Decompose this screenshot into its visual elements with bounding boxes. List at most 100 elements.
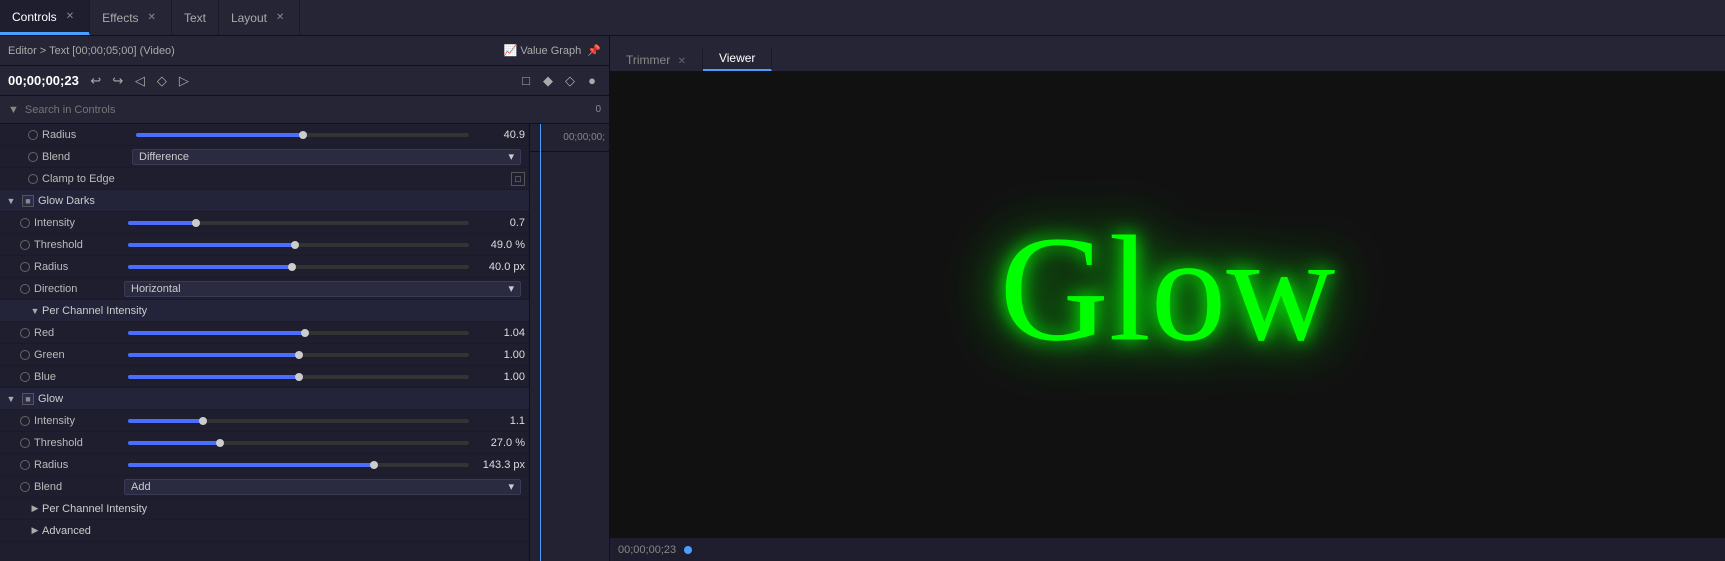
breadcrumb: Editor > Text [00;00;05;00] (Video) [8, 45, 175, 57]
add-keyframe-icon[interactable]: ◇ [153, 72, 171, 90]
section-toggle-advanced[interactable]: ▶ [28, 524, 42, 538]
value-graph-button[interactable]: 📈 Value Graph [504, 44, 582, 57]
right-panel: Trimmer ✕ Viewer [610, 36, 1725, 561]
panel-header: Editor > Text [00;00;05;00] (Video) 📈 Va… [0, 36, 609, 66]
prev-keyframe-icon[interactable]: ◁ [131, 72, 149, 90]
slider-red[interactable] [128, 331, 469, 335]
viewer-footer: 00;00;00;23 [610, 537, 1725, 561]
blend-dropdown-glow[interactable]: Add ▾ [124, 479, 521, 495]
keyframe-dot-intensity-darks[interactable] [20, 218, 30, 228]
prop-row-blend-glow: Blend Add ▾ [0, 476, 529, 498]
slider-radius-1[interactable] [136, 133, 469, 137]
keyframe-dot-blend-glow[interactable] [20, 482, 30, 492]
keyframe-dot-blend-1[interactable] [28, 152, 38, 162]
section-toggle-per-channel[interactable]: ▼ [28, 304, 42, 318]
tab-controls-close[interactable]: ✕ [63, 10, 77, 23]
section-label-advanced: Advanced [42, 525, 525, 537]
prop-row-radius-1: Radius 40.9 [0, 124, 529, 146]
glow-svg: Glow Glow [610, 72, 1725, 537]
section-checkbox-glow-darks[interactable]: ■ [22, 195, 34, 207]
section-checkbox-glow[interactable]: ■ [22, 393, 34, 405]
slider-threshold-glow[interactable] [128, 441, 469, 445]
tab-viewer-label: Viewer [719, 51, 755, 65]
slider-blue[interactable] [128, 375, 469, 379]
tab-text[interactable]: Text [172, 0, 219, 35]
keyframe-dot-threshold-glow[interactable] [20, 438, 30, 448]
slider-threshold-darks[interactable] [128, 243, 469, 247]
prop-row-direction: Direction Horizontal ▾ [0, 278, 529, 300]
prop-label-clamp: Clamp to Edge [42, 173, 132, 185]
keyframe-dot-radius-glow[interactable] [20, 460, 30, 470]
direction-dropdown[interactable]: Horizontal ▾ [124, 281, 521, 297]
tab-trimmer[interactable]: Trimmer ✕ [610, 49, 703, 71]
tab-bar: Controls ✕ Effects ✕ Text Layout ✕ [0, 0, 1725, 36]
keyframe-dot-clamp[interactable] [28, 174, 38, 184]
stop-icon[interactable]: □ [517, 72, 535, 90]
tab-layout[interactable]: Layout ✕ [219, 0, 300, 35]
keyframe-dot-green[interactable] [20, 350, 30, 360]
prop-label-direction: Direction [34, 283, 124, 295]
slider-intensity-darks[interactable] [128, 221, 469, 225]
left-panel: Editor > Text [00;00;05;00] (Video) 📈 Va… [0, 36, 610, 561]
keyframe-dot-radius-1[interactable] [28, 130, 38, 140]
keyframe-dot-radius-darks[interactable] [20, 262, 30, 272]
keyframe-dot-direction[interactable] [20, 284, 30, 294]
section-label-per-channel-glow: Per Channel Intensity [42, 503, 525, 515]
prop-row-threshold-glow: Threshold 27.0 % [0, 432, 529, 454]
keyframe-dot-intensity-glow[interactable] [20, 416, 30, 426]
keyframe-icon[interactable]: ◇ [561, 72, 579, 90]
section-label-per-channel: Per Channel Intensity [42, 305, 525, 317]
prop-value-threshold-darks: 49.0 % [473, 239, 525, 251]
section-toggle-per-channel-glow[interactable]: ▶ [28, 502, 42, 516]
prop-value-intensity-glow: 1.1 [473, 415, 525, 427]
pin-button[interactable]: 📌 [587, 44, 601, 57]
keyframe-dot-threshold-darks[interactable] [20, 240, 30, 250]
trimmer-close-icon[interactable]: ✕ [678, 56, 686, 67]
section-toggle-glow-darks[interactable]: ▼ [4, 194, 18, 208]
prop-label-radius-darks: Radius [34, 261, 124, 273]
prop-label-blend-glow: Blend [34, 481, 124, 493]
tab-layout-close[interactable]: ✕ [273, 11, 287, 24]
slider-green[interactable] [128, 353, 469, 357]
redo-icon[interactable]: ↪ [109, 72, 127, 90]
prop-row-radius-darks: Radius 40.0 px [0, 256, 529, 278]
section-toggle-glow[interactable]: ▼ [4, 392, 18, 406]
clamp-checkbox[interactable]: □ [511, 172, 525, 186]
tab-trimmer-label: Trimmer [626, 53, 670, 67]
tab-controls-label: Controls [12, 10, 57, 24]
undo-icon[interactable]: ↩ [87, 72, 105, 90]
diamond-icon[interactable]: ◆ [539, 72, 557, 90]
section-glow[interactable]: ▼ ■ Glow [0, 388, 529, 410]
keyframe-dot-blue[interactable] [20, 372, 30, 382]
search-bar: ▼ 0 [0, 96, 609, 124]
slider-radius-glow[interactable] [128, 463, 469, 467]
keyframe-dot-red[interactable] [20, 328, 30, 338]
prop-row-intensity-glow: Intensity 1.1 [0, 410, 529, 432]
blend-dropdown-1[interactable]: Difference ▾ [132, 149, 521, 165]
subsection-per-channel-glow[interactable]: ▶ Per Channel Intensity [0, 498, 529, 520]
glow-canvas: Glow Glow [610, 72, 1725, 537]
prop-row-green: Green 1.00 [0, 344, 529, 366]
tab-effects[interactable]: Effects ✕ [90, 0, 172, 35]
filter-icon: ▼ [8, 104, 19, 116]
subsection-per-channel[interactable]: ▼ Per Channel Intensity [0, 300, 529, 322]
tab-controls[interactable]: Controls ✕ [0, 0, 90, 35]
prop-value-red: 1.04 [473, 327, 525, 339]
next-keyframe-icon[interactable]: ▷ [175, 72, 193, 90]
prop-label-green: Green [34, 349, 124, 361]
prop-label-blend-1: Blend [42, 151, 132, 163]
tab-viewer[interactable]: Viewer [703, 47, 772, 71]
subsection-advanced[interactable]: ▶ Advanced [0, 520, 529, 542]
slider-intensity-glow[interactable] [128, 419, 469, 423]
timeline-header: 00;00;00; [530, 124, 609, 152]
slider-radius-darks[interactable] [128, 265, 469, 269]
prop-label-intensity-darks: Intensity [34, 217, 124, 229]
prop-row-intensity-darks: Intensity 0.7 [0, 212, 529, 234]
viewer-time-display: 00;00;00;23 [618, 544, 676, 556]
viewer-tabs: Trimmer ✕ Viewer [610, 36, 1725, 72]
section-glow-darks[interactable]: ▼ ■ Glow Darks [0, 190, 529, 212]
record-icon[interactable]: ● [583, 72, 601, 90]
search-input[interactable] [25, 104, 590, 116]
tab-effects-label: Effects [102, 11, 138, 25]
tab-effects-close[interactable]: ✕ [145, 11, 159, 24]
